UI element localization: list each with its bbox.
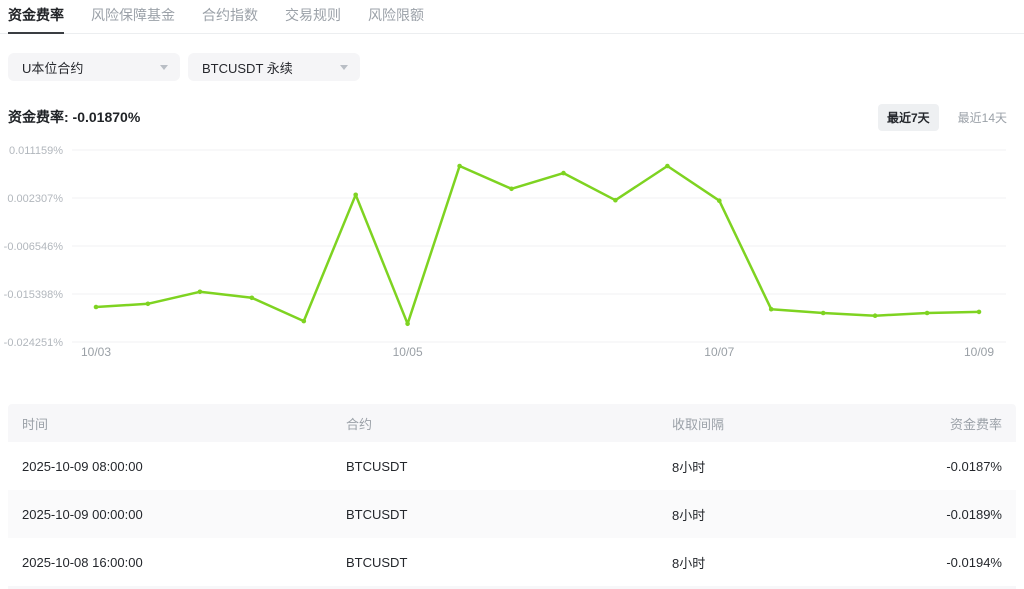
table-cell: -0.0189% [862, 507, 1016, 522]
range-button-1[interactable]: 最近14天 [949, 104, 1016, 131]
table-cell: 8小时 [672, 457, 862, 476]
funding-rate-page: 资金费率风险保障基金合约指数交易规则风险限额 U本位合约 BTCUSDT 永续 … [0, 0, 1024, 589]
contract-filters: U本位合约 BTCUSDT 永续 [8, 53, 360, 81]
range-button-0[interactable]: 最近7天 [878, 104, 939, 131]
chart-gridlines: 0.011159% 0.002307% -0.006546% -0.015398% -0… [4, 145, 1006, 349]
contract-value: BTCUSDT 永续 [202, 58, 293, 77]
table-cell: 2025-10-09 08:00:00 [8, 459, 346, 474]
y-axis-tick-label: 0.002307% [7, 193, 63, 205]
range-button-group: 最近7天最近14天 [878, 104, 1016, 131]
table-cell: -0.0187% [862, 459, 1016, 474]
table-row: 2025-10-09 00:00:00BTCUSDT8小时-0.0189% [8, 490, 1016, 538]
y-axis-tick-label: -0.015398% [4, 289, 64, 301]
x-axis-tick-label: 10/09 [964, 345, 994, 359]
tab-4[interactable]: 风险限额 [368, 0, 424, 34]
tab-0[interactable]: 资金费率 [8, 0, 64, 34]
y-axis-tick-label: -0.024251% [4, 337, 64, 349]
table-row: 2025-10-09 08:00:00BTCUSDT8小时-0.0187% [8, 442, 1016, 490]
contract-type-select[interactable]: U本位合约 [8, 53, 180, 81]
table-cell: BTCUSDT [346, 555, 672, 570]
chevron-down-icon [340, 65, 348, 70]
tab-bar: 资金费率风险保障基金合约指数交易规则风险限额 [0, 0, 1024, 34]
column-header: 资金费率 [862, 414, 1016, 433]
tab-3[interactable]: 交易规则 [285, 0, 341, 34]
y-axis-tick-label: -0.006546% [4, 241, 64, 253]
x-axis-tick-label: 10/05 [393, 345, 423, 359]
y-axis-tick-label: 0.011159% [9, 145, 63, 157]
table-cell: -0.0194% [862, 555, 1016, 570]
line-chart-svg: 0.011159% 0.002307% -0.006546% -0.015398% -0… [0, 140, 1024, 365]
tab-1[interactable]: 风险保障基金 [91, 0, 175, 34]
table-cell: BTCUSDT [346, 507, 672, 522]
table-cell: 8小时 [672, 553, 862, 572]
x-axis-labels: 10/03 10/05 10/07 10/09 [81, 345, 994, 359]
chevron-down-icon [160, 65, 168, 70]
funding-rate-chart: 0.011159% 0.002307% -0.006546% -0.015398% -0… [0, 140, 1024, 365]
table-cell: BTCUSDT [346, 459, 672, 474]
column-header: 时间 [8, 414, 346, 433]
x-axis-tick-label: 10/03 [81, 345, 111, 359]
x-axis-tick-label: 10/07 [704, 345, 734, 359]
data-point-markers [94, 164, 982, 326]
column-header: 收取间隔 [672, 414, 862, 433]
table-cell: 8小时 [672, 505, 862, 524]
rate-row: 资金费率: -0.01870% 最近7天最近14天 [8, 104, 1016, 130]
column-header: 合约 [346, 414, 672, 433]
contract-type-value: U本位合约 [22, 58, 83, 77]
current-funding-rate: 资金费率: -0.01870% [8, 107, 140, 127]
tab-2[interactable]: 合约指数 [202, 0, 258, 34]
funding-rate-line [96, 166, 979, 324]
table-cell: 2025-10-09 00:00:00 [8, 507, 346, 522]
table-body: 2025-10-09 08:00:00BTCUSDT8小时-0.0187%202… [8, 442, 1016, 586]
table-cell: 2025-10-08 16:00:00 [8, 555, 346, 570]
table-header-row: 时间合约收取间隔资金费率 [8, 404, 1016, 442]
contract-select[interactable]: BTCUSDT 永续 [188, 53, 360, 81]
table-row: 2025-10-08 16:00:00BTCUSDT8小时-0.0194% [8, 538, 1016, 586]
funding-history-table: 时间合约收取间隔资金费率 2025-10-09 08:00:00BTCUSDT8… [8, 404, 1016, 589]
